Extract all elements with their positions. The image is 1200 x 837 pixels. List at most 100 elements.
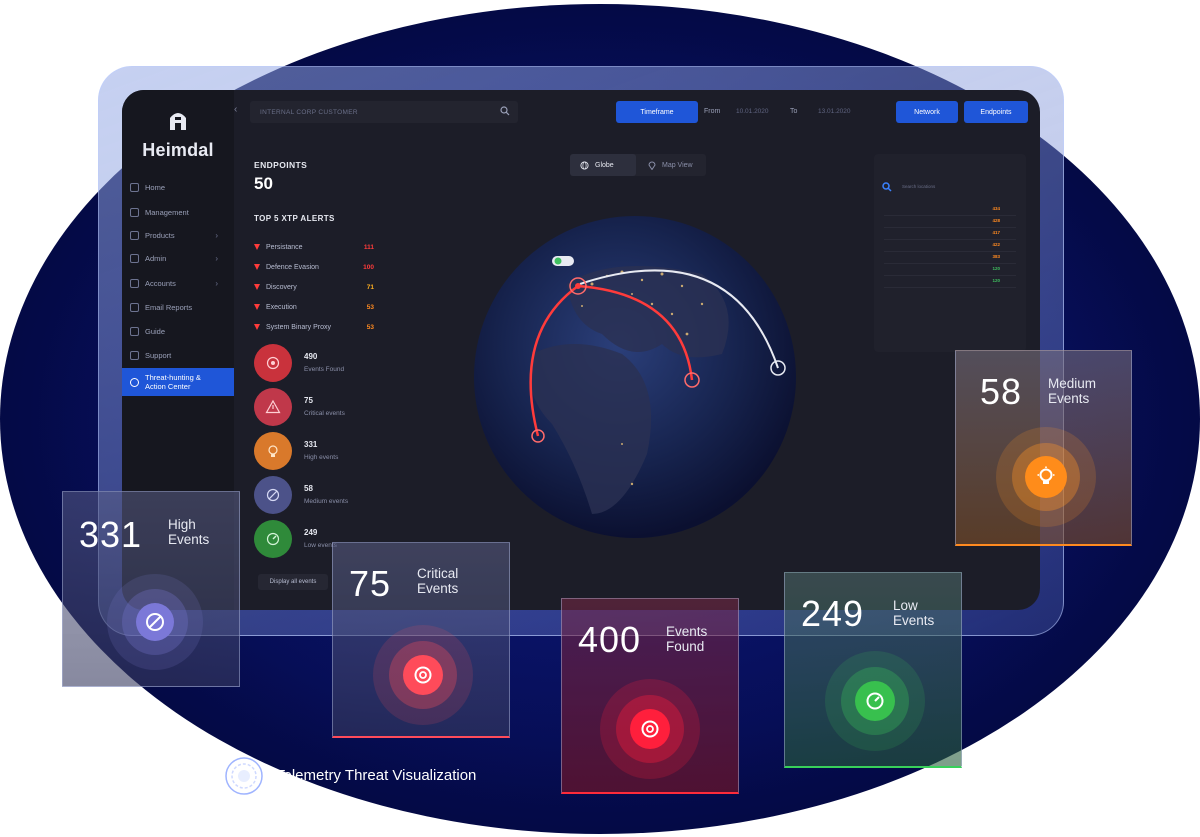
- dashboard-screen: Heimdal Home Management Products › Admin…: [122, 90, 1040, 610]
- card-icon-ring: [600, 679, 700, 779]
- book-icon: [130, 326, 139, 336]
- globe-visualization[interactable]: [472, 214, 798, 540]
- bulb-icon: [1025, 456, 1067, 498]
- helmet-logo-icon: [170, 113, 186, 130]
- shield-icon: [130, 230, 139, 240]
- location-row[interactable]: 422: [884, 242, 1016, 252]
- chevron-right-icon: ›: [215, 253, 218, 263]
- location-row[interactable]: 434: [884, 206, 1016, 216]
- alert-count: 71: [366, 283, 374, 291]
- location-pin-icon: [648, 161, 656, 170]
- sidebar-item-threat-hunting[interactable]: Threat-hunting & Action Center: [122, 368, 234, 396]
- event-label: Events Found: [304, 366, 345, 373]
- event-count: 58: [304, 484, 313, 493]
- view-toggle: Globe Map View: [570, 154, 706, 176]
- card-value: 75: [349, 563, 392, 604]
- search-input[interactable]: INTERNAL CORP CUSTOMER: [250, 101, 518, 123]
- critical-events-card[interactable]: 75 Critical Events: [332, 542, 510, 738]
- event-count: 75: [304, 396, 313, 405]
- card-label: Critical Events: [417, 566, 459, 596]
- sidebar-item-accounts[interactable]: Accounts ›: [122, 272, 234, 294]
- locations-search-input[interactable]: Search locations: [902, 184, 935, 189]
- sidebar-item-label: Email Reports: [145, 302, 193, 312]
- from-date-field[interactable]: 10.01.2020: [736, 108, 769, 115]
- alert-row[interactable]: Persistance 111: [254, 240, 374, 254]
- location-count: 383: [992, 254, 1000, 259]
- medium-events-card[interactable]: 58 Medium Events: [955, 350, 1132, 546]
- card-label: Events Found: [666, 624, 708, 654]
- event-count: 490: [304, 352, 318, 361]
- event-count: 249: [304, 528, 318, 537]
- ban-icon: [254, 476, 292, 514]
- card-label: Medium Events: [1048, 376, 1097, 406]
- globe-icon: [580, 160, 589, 170]
- event-summary-row[interactable]: 58 Medium events: [254, 476, 374, 516]
- alert-triangle-icon: [254, 284, 260, 290]
- locations-panel: Search locations 434 428 417 422 383 120…: [874, 154, 1026, 352]
- location-row[interactable]: 428: [884, 218, 1016, 228]
- alert-row[interactable]: Defence Evasion 100: [254, 260, 374, 274]
- admin-icon: [130, 253, 139, 263]
- sidebar-item-label: Accounts: [145, 278, 176, 288]
- from-label: From: [704, 108, 721, 115]
- event-label: Critical events: [304, 410, 345, 417]
- warning-icon: [254, 388, 292, 426]
- alert-triangle-icon: [254, 264, 260, 270]
- location-row[interactable]: 383: [884, 254, 1016, 264]
- location-row[interactable]: 417: [884, 230, 1016, 240]
- event-count: 331: [304, 440, 318, 449]
- search-placeholder: INTERNAL CORP CUSTOMER: [260, 109, 358, 116]
- alert-count: 111: [363, 243, 374, 251]
- search-icon: [500, 106, 510, 116]
- low-events-card[interactable]: 249 Low Events: [784, 572, 962, 768]
- card-icon-ring-inner: [1012, 443, 1080, 511]
- sidebar-item-support[interactable]: Support: [122, 344, 234, 366]
- card-icon-ring: [996, 427, 1096, 527]
- sidebar-item-products[interactable]: Products ›: [122, 224, 234, 246]
- caption-title: Telemetry Threat Visualization: [276, 767, 477, 784]
- event-summary-row[interactable]: 331 High events: [254, 432, 374, 472]
- card-value: 58: [980, 371, 1023, 412]
- alert-name: Execution: [266, 303, 297, 311]
- endpoints-count: 50: [254, 174, 273, 193]
- ban-icon: [136, 603, 174, 641]
- event-summary-row[interactable]: 75 Critical events: [254, 388, 374, 428]
- sidebar-item-admin[interactable]: Admin ›: [122, 247, 234, 269]
- sidebar-item-management[interactable]: Management: [122, 201, 234, 223]
- card-value: 331: [79, 514, 143, 555]
- sidebar-item-home[interactable]: Home: [122, 176, 234, 198]
- sidebar-item-label: Management: [145, 207, 189, 217]
- card-label: High Events: [168, 517, 210, 547]
- sidebar-item-label: Products: [145, 230, 175, 240]
- back-chevron-icon[interactable]: ‹: [234, 104, 237, 115]
- location-count: 120: [992, 278, 1000, 283]
- target-icon: [254, 344, 292, 382]
- alert-triangle-icon: [254, 324, 260, 330]
- timeframe-button[interactable]: Timeframe: [616, 101, 698, 123]
- to-label: To: [790, 108, 798, 115]
- sidebar-item-guide[interactable]: Guide: [122, 320, 234, 342]
- high-events-card[interactable]: 331 High Events: [62, 491, 240, 687]
- tab-map-view[interactable]: Map View: [640, 154, 706, 176]
- endpoints-button[interactable]: Endpoints: [964, 101, 1028, 123]
- tab-globe[interactable]: Globe: [570, 154, 636, 176]
- network-button[interactable]: Network: [896, 101, 958, 123]
- location-row[interactable]: 120: [884, 278, 1016, 288]
- alert-row[interactable]: Discovery 71: [254, 280, 374, 294]
- event-summary-row[interactable]: 490 Events Found: [254, 344, 374, 384]
- location-count: 417: [992, 230, 1000, 235]
- to-date-field[interactable]: 13.01.2020: [818, 108, 851, 115]
- card-icon-ring-inner: [122, 589, 188, 655]
- alert-row[interactable]: System Binary Proxy 53: [254, 320, 374, 334]
- search-icon[interactable]: [882, 182, 892, 192]
- alert-name: Persistance: [266, 243, 303, 251]
- display-all-events-button[interactable]: Display all events: [258, 574, 328, 590]
- location-row[interactable]: 120: [884, 266, 1016, 276]
- sidebar-item-label: Guide: [145, 326, 166, 336]
- events-found-card[interactable]: 400 Events Found: [561, 598, 739, 794]
- alert-count: 100: [363, 263, 374, 271]
- sidebar-item-email-reports[interactable]: Email Reports: [122, 296, 234, 318]
- alert-row[interactable]: Execution 53: [254, 300, 374, 314]
- location-count: 422: [992, 242, 1000, 247]
- card-icon-ring-inner: [616, 695, 684, 763]
